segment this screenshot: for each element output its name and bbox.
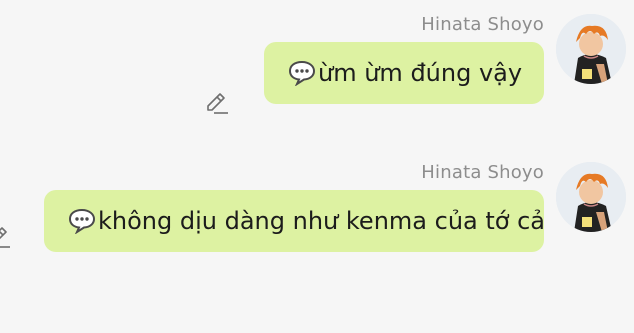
message-text: không dịu dàng như kenma của tớ cả (98, 207, 545, 235)
avatar-image (556, 162, 626, 232)
message-text: ừm ừm đúng vậy (318, 59, 523, 87)
avatar[interactable] (556, 162, 626, 232)
pencil-edit-icon[interactable] (0, 224, 12, 250)
speech-balloon-icon (288, 60, 316, 87)
sender-name[interactable]: Hinata Shoyo (421, 162, 544, 183)
avatar[interactable] (556, 14, 626, 84)
message-bubble[interactable]: ừm ừm đúng vậy (264, 42, 544, 104)
chat-thread: Hinata Shoyo ừm ừm đúng vậy Hinata Shoyo… (0, 0, 634, 333)
speech-balloon-icon (68, 208, 96, 235)
sender-name[interactable]: Hinata Shoyo (421, 14, 544, 35)
pencil-edit-icon[interactable] (204, 90, 230, 116)
message-bubble[interactable]: không dịu dàng như kenma của tớ cả (44, 190, 545, 252)
avatar-image (556, 14, 626, 84)
